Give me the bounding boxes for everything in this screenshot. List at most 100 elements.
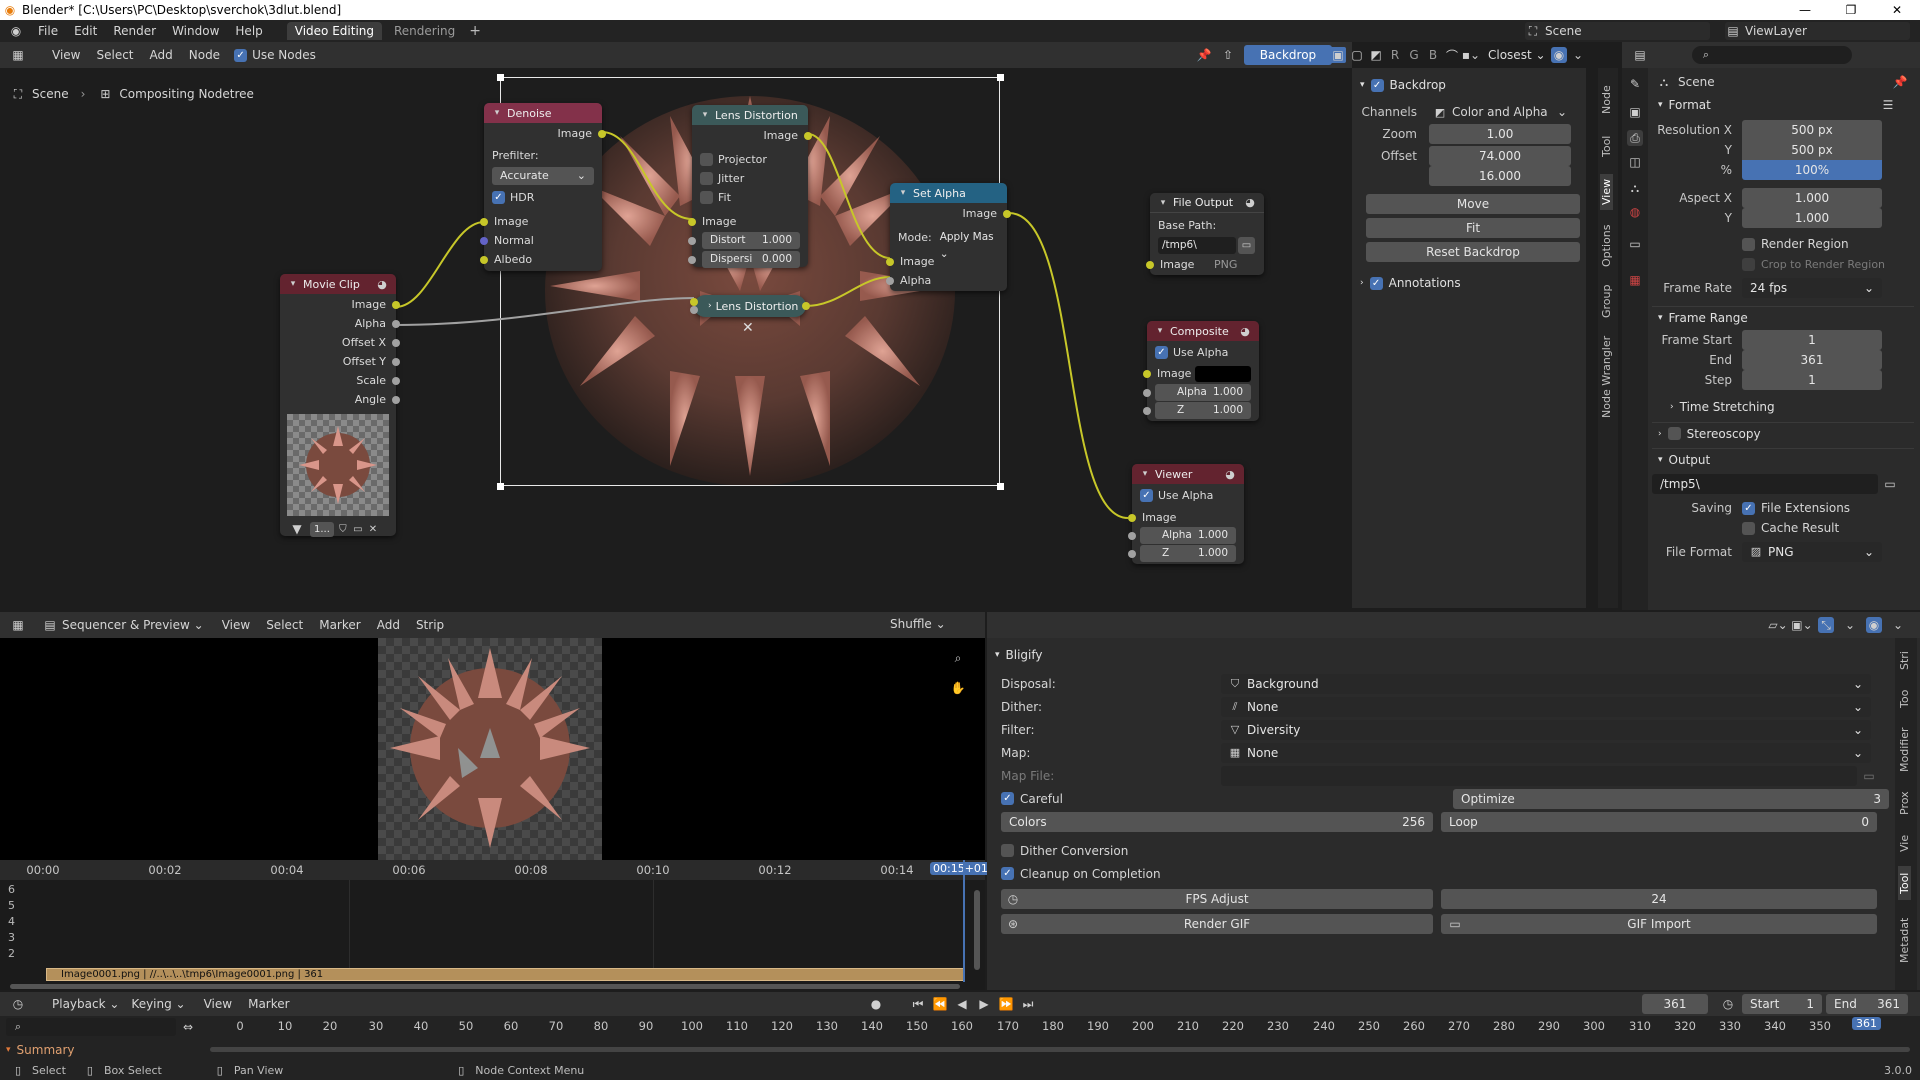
input-socket[interactable] [1146,261,1154,269]
node-lens-distortion-2[interactable]: › Lens Distortion [690,295,810,317]
output-scale-socket[interactable] [392,377,400,385]
tab-modifiers[interactable]: Modifier [1898,722,1911,778]
sequencer-time-ruler[interactable]: 00:00 00:02 00:04 00:06 00:08 00:10 00:1… [0,860,991,880]
input-socket[interactable] [1143,370,1151,378]
timeline-menu-view[interactable]: View [196,997,240,1011]
play-reverse-icon[interactable]: ◀ [954,996,970,1012]
use-alpha-checkbox[interactable]: ✓ [1140,489,1153,502]
fit-button[interactable]: Fit [1366,218,1580,238]
channel-g-button[interactable]: G [1406,47,1422,63]
channel-rgb-icon[interactable]: ▣ [1330,47,1346,63]
cache-result-checkbox[interactable] [1742,521,1755,535]
record-icon[interactable]: ● [868,996,884,1012]
gizmo-dropdown-icon[interactable]: ⌄ [1842,617,1858,633]
overlays-icon[interactable]: ◉ [1866,617,1882,633]
scene-selector[interactable]: Scene [1545,24,1582,38]
editor-type-icon[interactable]: ▤ [1632,47,1648,63]
colors-field[interactable]: Colors 256 [1001,811,1433,832]
editor-type-icon[interactable]: ▦ [10,617,26,633]
distort-socket[interactable] [688,237,696,245]
unlink-icon[interactable]: ✕ [367,521,379,537]
resolution-x-field[interactable]: 500 px [1742,120,1882,140]
collapse-chevron-icon[interactable]: ▾ [492,105,502,121]
tab-metadata[interactable]: Metadat [1898,908,1911,972]
loop-field[interactable]: Loop 0 [1441,811,1877,832]
current-frame-field[interactable]: 361 [1642,994,1708,1014]
disposal-dropdown[interactable]: ⛉ Background ⌄ [1221,673,1871,694]
normal-socket[interactable] [480,237,488,245]
timeline-scrollbar[interactable] [210,1047,1910,1052]
fit-checkbox[interactable] [700,191,713,204]
color-swatch[interactable] [1195,366,1251,382]
snap-target-icon[interactable]: ▪⌄ [1462,47,1480,63]
timeline-menu-marker[interactable]: Marker [240,997,297,1011]
sequencer-preview[interactable]: ⌕ ✋ [0,638,985,860]
tab-options[interactable]: Options [1600,220,1613,272]
display-mode-icon[interactable]: ▱⌄ [1768,617,1787,633]
sequencer-channels[interactable]: 6 5 4 3 2 Image0001.png | //..\..\..\tmp… [0,860,985,990]
z-field[interactable]: Z 1.000 [1140,545,1236,562]
expand-chevron-icon[interactable]: › [1360,278,1364,288]
seq-menu-strip[interactable]: Strip [408,618,452,632]
map-file-field[interactable] [1221,765,1857,786]
output-angle-socket[interactable] [392,396,400,404]
output-image-socket[interactable] [392,301,400,309]
start-frame-field[interactable]: Start 1 [1742,994,1822,1014]
channel-r-button[interactable]: R [1387,47,1403,63]
node-set-alpha[interactable]: ▾ Set Alpha Image Mode: Apply Mas ⌄ Imag… [886,183,1011,291]
optimize-field[interactable]: Optimize 3 [1453,788,1889,809]
cleanup-checkbox[interactable]: ✓ [1001,867,1014,880]
presets-icon[interactable]: ☰ [1880,97,1896,113]
node-viewer[interactable]: ▾ Viewer ◕ ✓ Use Alpha Image Alpha 1.000 … [1128,464,1244,564]
resolution-y-field[interactable]: 500 px [1742,140,1882,160]
render-gif-button[interactable]: ⊛ Render GIF [1001,913,1433,934]
alpha-socket[interactable] [1143,389,1151,397]
offset-x-field[interactable]: 74.000 [1429,146,1571,166]
careful-checkbox[interactable]: ✓ [1001,792,1014,805]
offset-y-field[interactable]: 16.000 [1429,166,1571,186]
z-socket[interactable] [1128,550,1136,558]
snap-icon[interactable]: ⌒ [1444,47,1460,63]
z-field[interactable]: Z 1.000 [1155,402,1251,419]
expand-chevron-icon[interactable]: › [708,301,712,311]
output-offset-x-socket[interactable] [392,339,400,347]
clip-browse-icon[interactable]: ▼ [287,521,307,537]
view-mode-icon[interactable]: ▣⌄ [1791,617,1812,633]
overlays-dropdown-icon[interactable]: ⌄ [1890,617,1906,633]
node-file-output[interactable]: ▾ File Output ◕ Base Path: /tmp6\ ▭ Imag… [1146,193,1264,275]
node-editor[interactable]: ▦ View Select Add Node ✓ Use Nodes 📌 ⇧ B… [0,42,1352,610]
frame-step-field[interactable]: 1 [1742,370,1882,390]
output-socket[interactable] [802,302,810,310]
mode-dropdown[interactable]: Apply Mas ⌄ [935,229,1007,260]
file-extensions-checkbox[interactable]: ✓ [1742,501,1755,515]
globe-icon[interactable]: ◕ [1239,323,1251,339]
seq-menu-marker[interactable]: Marker [311,618,368,632]
jump-start-icon[interactable]: ⏮ [910,996,926,1012]
jitter-checkbox[interactable] [700,172,713,185]
scene-tab-icon[interactable]: ⛬ [1627,180,1643,196]
seq-menu-view[interactable]: View [214,618,258,632]
playback-menu[interactable]: Playback ⌄ [52,997,119,1011]
dispersion-field[interactable]: Dispersi 0.000 [702,251,800,268]
map-dropdown[interactable]: ▦ None ⌄ [1221,742,1871,763]
keying-menu[interactable]: Keying ⌄ [131,997,185,1011]
tool-tab-icon[interactable]: ✎ [1627,76,1643,92]
distort-field[interactable]: Distort 1.000 [702,232,800,249]
view-layer-selector[interactable]: ViewLayer [1745,24,1807,38]
base-path-field[interactable]: /tmp6\ [1158,237,1236,254]
albedo-socket[interactable] [480,256,488,264]
folder-icon[interactable]: ▭ [1861,768,1877,784]
folder-icon[interactable]: ▭ [1882,476,1898,492]
output-path-field[interactable]: /tmp5\ [1652,474,1878,494]
annotations-checkbox[interactable]: ✓ [1369,276,1383,290]
tab-group[interactable]: Group [1600,280,1613,322]
collapse-chevron-icon[interactable]: ▾ [1658,100,1663,110]
distort-socket[interactable] [690,306,698,314]
playhead-frame-badge[interactable]: 361 [1852,1017,1881,1030]
timeline-search[interactable]: ⌕ [6,1018,176,1036]
frame-end-field[interactable]: 361 [1742,350,1882,370]
dither-conversion-checkbox[interactable] [1001,844,1014,857]
input-socket[interactable] [1128,514,1136,522]
view-layer-tab-icon[interactable]: ◫ [1627,154,1643,170]
node-lens-distortion-1[interactable]: ▾ Lens Distortion Image Projector Jitter… [688,105,812,268]
